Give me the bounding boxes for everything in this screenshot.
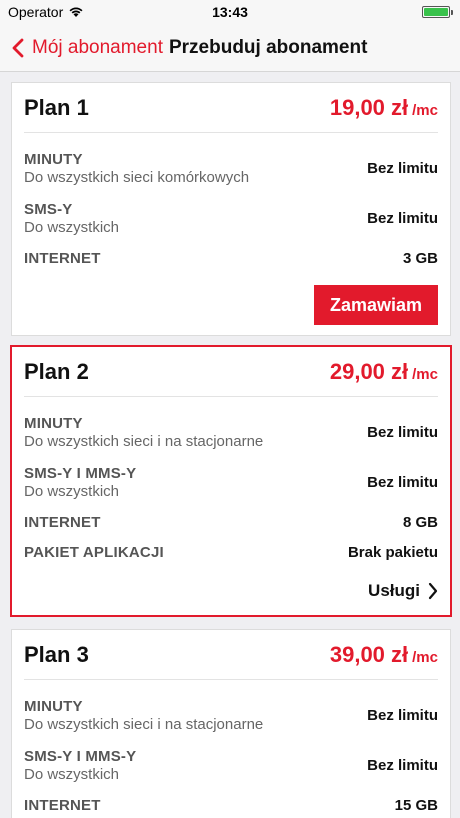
feature-label: MINUTY — [24, 150, 83, 168]
feature-sublabel: Do wszystkich — [24, 482, 120, 500]
feature-row-internet: INTERNET 3 GB — [24, 243, 438, 273]
page-title: Przebuduj abonament — [168, 36, 368, 58]
feature-value: Bez limitu — [367, 159, 438, 177]
feature-label: SMS-Y I MMS-Y — [24, 747, 137, 765]
feature-row-internet: INTERNET 8 GB — [24, 507, 438, 537]
feature-sublabel: Do wszystkich sieci komórkowych — [24, 168, 250, 186]
back-label: Mój abonament — [32, 36, 163, 58]
chevron-right-icon — [428, 582, 438, 600]
feature-value: 8 GB — [402, 513, 438, 531]
feature-row-minutes: MINUTY Do wszystkich sieci i na stacjona… — [24, 407, 438, 457]
feature-value: 15 GB — [394, 796, 438, 814]
feature-label: INTERNET — [24, 513, 101, 531]
feature-value: Bez limitu — [367, 423, 438, 441]
plan-name: Plan 3 — [24, 641, 89, 667]
back-button[interactable]: Mój abonament — [12, 37, 163, 59]
feature-label: MINUTY — [24, 414, 83, 432]
feature-value: 3 GB — [402, 249, 438, 267]
feature-label: SMS-Y — [24, 200, 73, 218]
feature-value: Brak pakietu — [347, 543, 438, 561]
price-amount: 39,00 zł — [329, 641, 409, 667]
plan-price: 29,00 zł/mc — [330, 359, 438, 385]
feature-row-minutes: MINUTY Do wszystkich sieci komórkowych B… — [24, 143, 438, 193]
services-link[interactable]: Usługi — [24, 567, 438, 615]
feature-value: Bez limitu — [367, 209, 438, 227]
plan-card-3[interactable]: Plan 3 39,00 zł/mc MINUTY Do wszystkich … — [11, 629, 451, 818]
feature-value: Bez limitu — [367, 473, 438, 491]
feature-label: MINUTY — [24, 697, 83, 715]
order-button[interactable]: Zamawiam — [314, 285, 438, 325]
plan-header: Plan 1 19,00 zł/mc — [24, 83, 438, 133]
feature-row-app-pack: PAKIET APLIKACJI Brak pakietu — [24, 537, 438, 567]
feature-row-minutes: MINUTY Do wszystkich sieci i na stacjona… — [24, 690, 438, 740]
feature-row-sms: SMS-Y Do wszystkich Bez limitu — [24, 193, 438, 243]
price-amount: 19,00 zł — [329, 94, 409, 120]
feature-value: Bez limitu — [367, 756, 438, 774]
chevron-left-icon — [12, 38, 24, 57]
feature-row-sms-mms: SMS-Y I MMS-Y Do wszystkich Bez limitu — [24, 740, 438, 790]
feature-row-sms-mms: SMS-Y I MMS-Y Do wszystkich Bez limitu — [24, 457, 438, 507]
feature-row-internet: INTERNET 15 GB — [24, 790, 438, 818]
price-unit: /mc — [412, 101, 438, 119]
feature-sublabel: Do wszystkich — [24, 218, 120, 236]
plan-header: Plan 2 29,00 zł/mc — [24, 347, 438, 397]
price-unit: /mc — [412, 365, 438, 383]
plan-name: Plan 2 — [24, 358, 89, 384]
plans-list[interactable]: Plan 1 19,00 zł/mc MINUTY Do wszystkich … — [0, 72, 460, 818]
services-label: Usługi — [368, 581, 420, 600]
feature-label: INTERNET — [24, 796, 101, 814]
price-unit: /mc — [412, 648, 438, 666]
status-bar: Operator 13:43 — [0, 0, 460, 24]
nav-bar: Mój abonament Przebuduj abonament — [0, 24, 460, 72]
feature-sublabel: Do wszystkich — [24, 765, 120, 783]
feature-label: SMS-Y I MMS-Y — [24, 464, 137, 482]
feature-sublabel: Do wszystkich sieci i na stacjonarne — [24, 432, 264, 450]
plan-card-1[interactable]: Plan 1 19,00 zł/mc MINUTY Do wszystkich … — [11, 82, 451, 336]
plan-card-2[interactable]: Plan 2 29,00 zł/mc MINUTY Do wszystkich … — [10, 345, 452, 617]
feature-label: PAKIET APLIKACJI — [24, 543, 164, 561]
plan-price: 39,00 zł/mc — [330, 642, 438, 668]
plan-header: Plan 3 39,00 zł/mc — [24, 630, 438, 680]
feature-label: INTERNET — [24, 249, 101, 267]
price-amount: 29,00 zł — [329, 358, 409, 384]
clock: 13:43 — [212, 4, 248, 20]
feature-value: Bez limitu — [367, 706, 438, 724]
feature-sublabel: Do wszystkich sieci i na stacjonarne — [24, 715, 264, 733]
battery-icon — [422, 6, 453, 18]
plan-name: Plan 1 — [24, 94, 89, 120]
plan-price: 19,00 zł/mc — [330, 95, 438, 121]
